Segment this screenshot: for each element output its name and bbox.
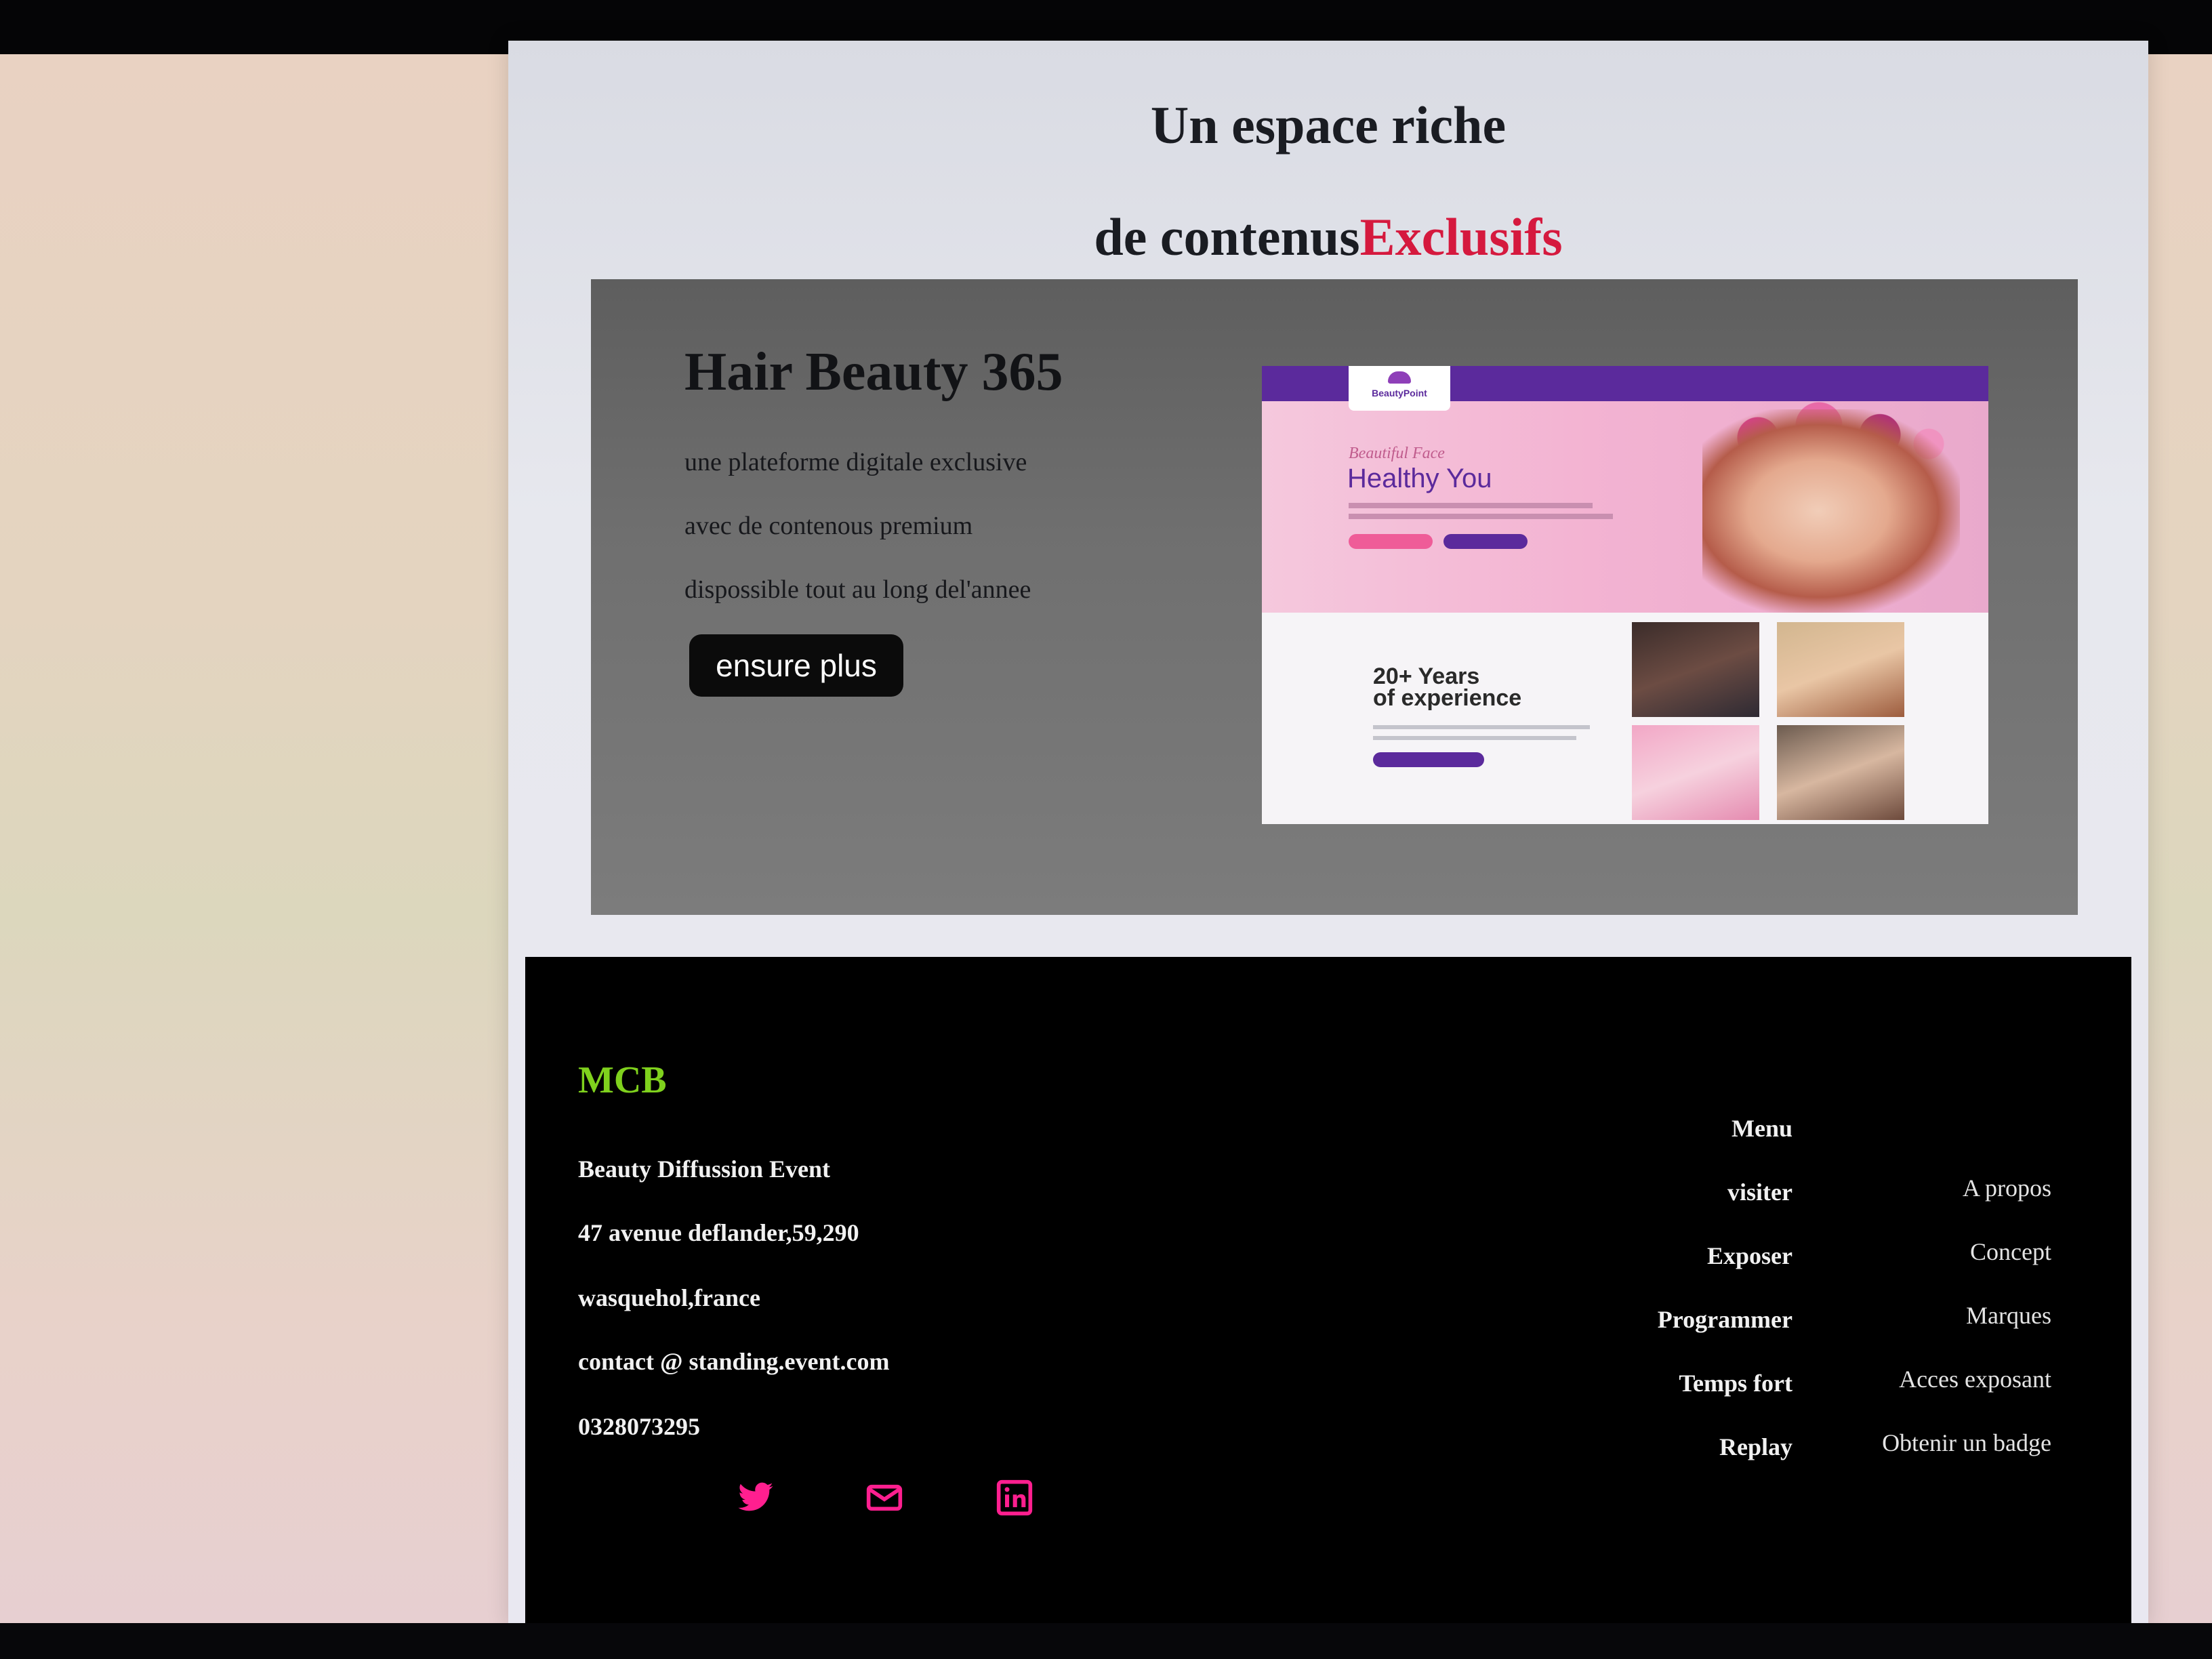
hero-text-line: avec de contenous premium: [684, 512, 973, 540]
preview-logo: BeautyPoint: [1349, 366, 1450, 411]
section-heading-line2: de contenusExclusifs: [508, 207, 2148, 268]
footer-link-obtenir-badge[interactable]: Obtenir un badge: [1882, 1429, 2051, 1457]
ensure-plus-button[interactable]: ensure plus: [689, 634, 903, 697]
twitter-icon[interactable]: [737, 1479, 775, 1517]
heading-accent: Exclusifs: [1359, 207, 1563, 266]
footer-menu-exposer[interactable]: Exposer: [1707, 1242, 1793, 1270]
web-page: Un espace riche de contenusExclusifs Hai…: [508, 41, 2148, 1626]
preview-button: [1373, 752, 1484, 767]
hero-text-line: dispossible tout au long del'annee: [684, 575, 1031, 604]
footer-city: wasquehol,france: [578, 1284, 760, 1311]
hero-title: Hair Beauty 365: [684, 342, 1063, 402]
preview-text-line: [1349, 503, 1593, 508]
footer-link-concept[interactable]: Concept: [1970, 1237, 2051, 1266]
footer-menu-temps-fort[interactable]: Temps fort: [1679, 1369, 1793, 1397]
monitor-bezel-bottom: [0, 1623, 2212, 1659]
preview-hero: Beautiful Face Healthy You: [1262, 401, 1988, 613]
site-footer: MCB Beauty Diffussion Event 47 avenue de…: [525, 957, 2131, 1626]
preview-photo: [1632, 622, 1759, 717]
preview-text-line: [1373, 736, 1576, 740]
website-preview-image: Beautiful Face Healthy You BeautyPoint 2…: [1262, 366, 1988, 824]
footer-menu-visiter[interactable]: visiter: [1727, 1178, 1793, 1206]
preview-button: [1443, 534, 1528, 549]
footer-company-name: Beauty Diffussion Event: [578, 1155, 831, 1183]
linkedin-icon[interactable]: [996, 1479, 1033, 1517]
preview-model-photo: [1702, 409, 1960, 613]
mail-icon[interactable]: [865, 1479, 903, 1517]
lotus-icon: [1388, 371, 1411, 384]
footer-phone: 0328073295: [578, 1413, 700, 1440]
preview-years: 20+ Years of experience: [1373, 665, 1522, 711]
footer-link-acces-exposant[interactable]: Acces exposant: [1899, 1365, 2051, 1393]
preview-script-text: Beautiful Face: [1349, 445, 1445, 462]
preview-years-line: of experience: [1373, 685, 1522, 711]
footer-menu-programmer[interactable]: Programmer: [1658, 1305, 1793, 1334]
footer-menu-replay[interactable]: Replay: [1719, 1433, 1793, 1461]
heading-prefix: de contenus: [1094, 207, 1360, 266]
footer-brand: MCB: [578, 1059, 667, 1101]
preview-logo-text: BeautyPoint: [1372, 388, 1427, 398]
preview-text-line: [1349, 514, 1613, 519]
footer-link-a-propos[interactable]: A propos: [1963, 1174, 2051, 1202]
preview-button: [1349, 534, 1433, 549]
preview-photo: [1777, 725, 1904, 820]
footer-menu-title: Menu: [1732, 1115, 1793, 1142]
preview-photo: [1632, 725, 1759, 820]
hero-text-line: une plateforme digitale exclusive: [684, 448, 1027, 476]
footer-link-marques[interactable]: Marques: [1966, 1301, 2051, 1330]
preview-title: Healthy You: [1347, 464, 1492, 493]
footer-email: contact @ standing.event.com: [578, 1348, 890, 1375]
preview-text-line: [1373, 725, 1590, 729]
preview-photo: [1777, 622, 1904, 717]
section-heading-line1: Un espace riche: [1150, 96, 1507, 155]
footer-address: 47 avenue deflander,59,290: [578, 1219, 859, 1246]
hero-banner: Hair Beauty 365 une plateforme digitale …: [591, 279, 2078, 915]
